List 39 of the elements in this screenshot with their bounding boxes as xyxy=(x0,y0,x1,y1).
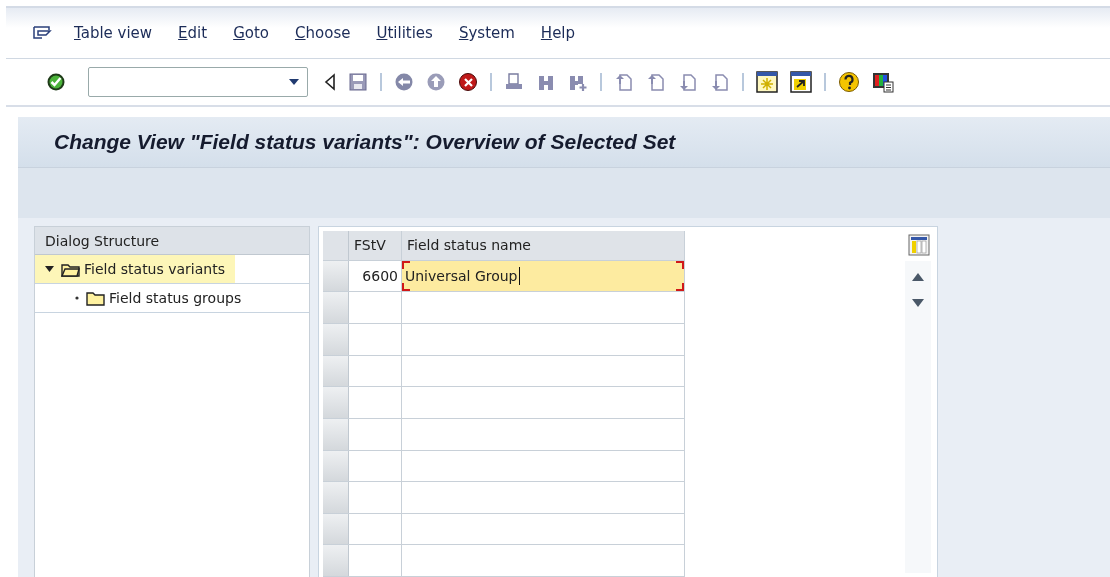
input-field[interactable]: Universal Group xyxy=(402,260,685,292)
dropdown-icon[interactable] xyxy=(289,79,299,85)
menu-item[interactable]: Utilities xyxy=(376,24,433,42)
previous-page-icon[interactable] xyxy=(646,72,666,92)
last-page-icon[interactable] xyxy=(710,72,730,92)
save-icon[interactable] xyxy=(348,72,368,92)
shortcut-icon[interactable] xyxy=(790,71,812,93)
menu-item[interactable]: Table view xyxy=(74,24,153,42)
cancel-icon[interactable] xyxy=(458,72,478,92)
column-header[interactable]: FStV xyxy=(349,231,402,260)
help-icon[interactable] xyxy=(838,71,860,93)
back-triangle-icon[interactable] xyxy=(324,73,336,91)
open-folder-icon xyxy=(61,261,81,277)
menu-item[interactable]: Edit xyxy=(178,24,208,42)
enter-icon[interactable] xyxy=(46,72,66,92)
panel-header: Dialog Structure xyxy=(35,227,309,255)
new-session-icon[interactable] xyxy=(756,71,778,93)
screen-title: Change View "Field status variants": Overview of Selected Set xyxy=(54,130,676,154)
command-field[interactable] xyxy=(88,67,308,97)
scroll-down-icon[interactable] xyxy=(912,299,924,307)
tree-item[interactable]: Field status variants xyxy=(35,255,235,283)
column-settings-icon[interactable] xyxy=(907,233,931,257)
column-header[interactable]: Field status name xyxy=(402,231,685,260)
scroll-up-icon[interactable] xyxy=(912,273,924,281)
print-icon[interactable] xyxy=(504,72,524,92)
exit-icon[interactable] xyxy=(426,72,446,92)
next-page-icon[interactable] xyxy=(678,72,698,92)
menu-item[interactable]: Goto xyxy=(233,24,270,42)
tree-item[interactable]: Field status groups xyxy=(35,284,252,312)
menu-item[interactable]: Choose xyxy=(295,24,351,42)
bullet-icon xyxy=(75,296,79,300)
menu-item[interactable]: Help xyxy=(540,24,576,42)
folder-icon xyxy=(86,290,106,306)
first-page-icon[interactable] xyxy=(614,72,634,92)
layout-icon[interactable] xyxy=(872,71,894,93)
back-icon[interactable] xyxy=(394,72,414,92)
menu-icon[interactable] xyxy=(32,25,52,41)
collapse-icon[interactable] xyxy=(45,266,54,272)
menu-item[interactable]: System xyxy=(458,24,515,42)
